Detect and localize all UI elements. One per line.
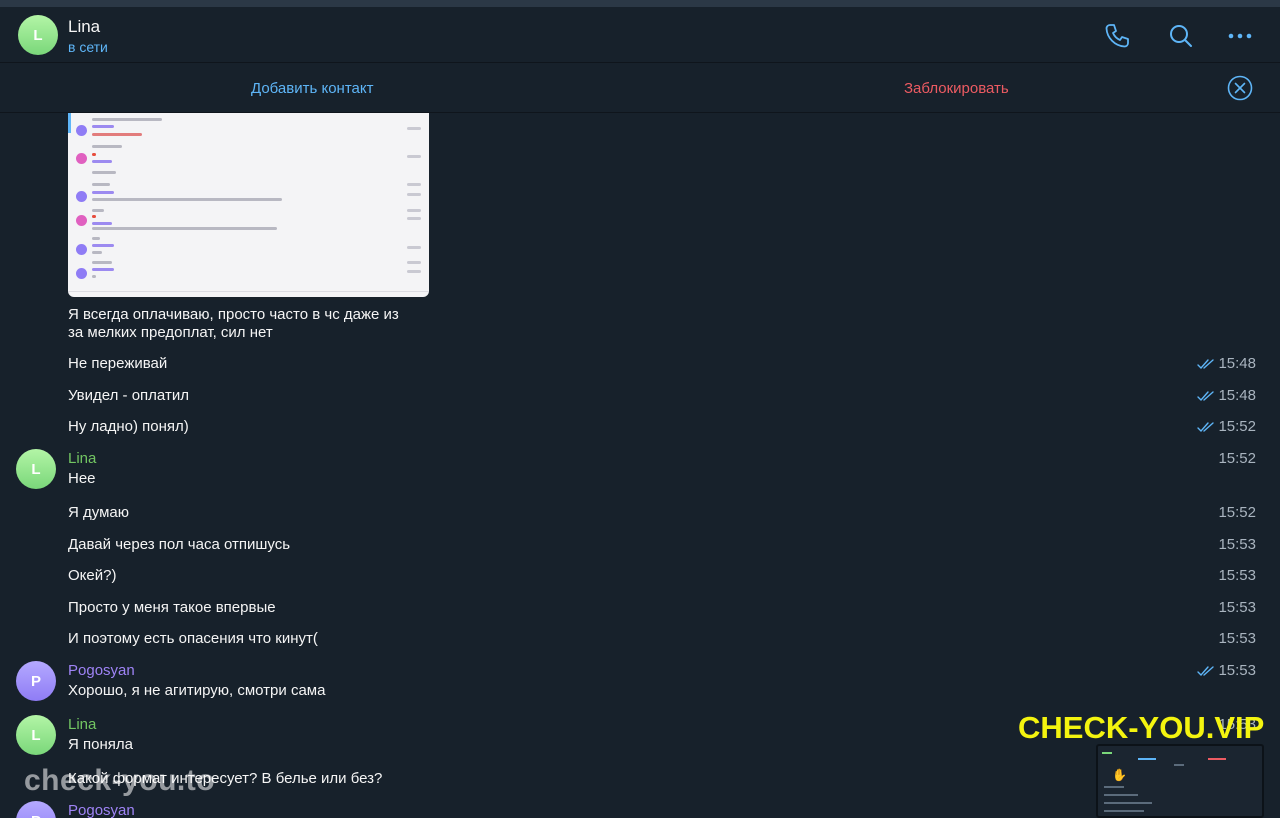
message-time: 15:52 xyxy=(1218,450,1256,467)
avatar[interactable]: P xyxy=(16,801,56,818)
contact-avatar[interactable]: L xyxy=(18,15,58,55)
avatar[interactable]: L xyxy=(16,715,56,755)
message-text: Не переживай xyxy=(68,355,168,372)
message-text: Нее xyxy=(68,470,96,487)
double-check-icon xyxy=(1197,358,1215,369)
contact-action-bar: Добавить контакт Заблокировать xyxy=(0,63,1280,113)
message-text: Ну ладно) понял) xyxy=(68,418,189,435)
block-button[interactable]: Заблокировать xyxy=(904,80,1009,97)
message-time: 15:53 xyxy=(1218,599,1256,616)
screenshot-image[interactable] xyxy=(68,113,429,297)
watermark-check-you-to: check-you.to xyxy=(24,764,216,797)
message-text: Окей?) xyxy=(68,567,117,584)
window-top-strip xyxy=(0,0,1280,7)
message-text: Давай через пол часа отпишусь xyxy=(68,536,291,553)
chat-header: L Lina в сети xyxy=(0,7,1280,63)
add-contact-button[interactable]: Добавить контакт xyxy=(251,80,373,97)
thumbnail-preview: ✋ xyxy=(1096,744,1264,818)
phone-icon[interactable] xyxy=(1103,22,1131,50)
watermark-check-you-vip: CHECK-YOU.VIP xyxy=(1018,710,1265,745)
message-time: 15:53 xyxy=(1218,567,1256,584)
message-time: 15:53 xyxy=(1197,662,1256,679)
sender-name[interactable]: Pogosyan xyxy=(68,662,135,679)
message-time: 15:52 xyxy=(1218,504,1256,521)
message-time: 15:48 xyxy=(1197,387,1256,404)
sender-name[interactable]: Pogosyan xyxy=(68,802,135,818)
close-icon[interactable] xyxy=(1227,75,1253,101)
contact-status: в сети xyxy=(68,39,108,55)
avatar[interactable]: P xyxy=(16,661,56,701)
message-time: 15:53 xyxy=(1218,536,1256,553)
double-check-icon xyxy=(1197,421,1215,432)
message-text: Просто у меня такое впервые xyxy=(68,599,276,616)
message-text: за мелких предоплат, сил нет xyxy=(68,324,273,341)
double-check-icon xyxy=(1197,390,1215,401)
message-text: Хорошо, я не агитирую, смотри сама xyxy=(68,682,326,699)
message-text: Я поняла xyxy=(68,736,133,753)
search-icon[interactable] xyxy=(1167,22,1195,50)
more-options-icon[interactable] xyxy=(1226,22,1254,50)
contact-name[interactable]: Lina xyxy=(68,17,100,37)
double-check-icon xyxy=(1197,665,1215,676)
message-text: Увидел - оплатил xyxy=(68,387,189,404)
message-text: Я всегда оплачиваю, просто часто в чс да… xyxy=(68,306,399,323)
message-time: 15:48 xyxy=(1197,355,1256,372)
message-text: И поэтому есть опасения что кинут( xyxy=(68,630,318,647)
message-time: 15:53 xyxy=(1218,630,1256,647)
message-text: Я думаю xyxy=(68,504,129,521)
sender-name[interactable]: Lina xyxy=(68,716,96,733)
avatar[interactable]: L xyxy=(16,449,56,489)
message-time: 15:52 xyxy=(1197,418,1256,435)
sender-name[interactable]: Lina xyxy=(68,450,96,467)
